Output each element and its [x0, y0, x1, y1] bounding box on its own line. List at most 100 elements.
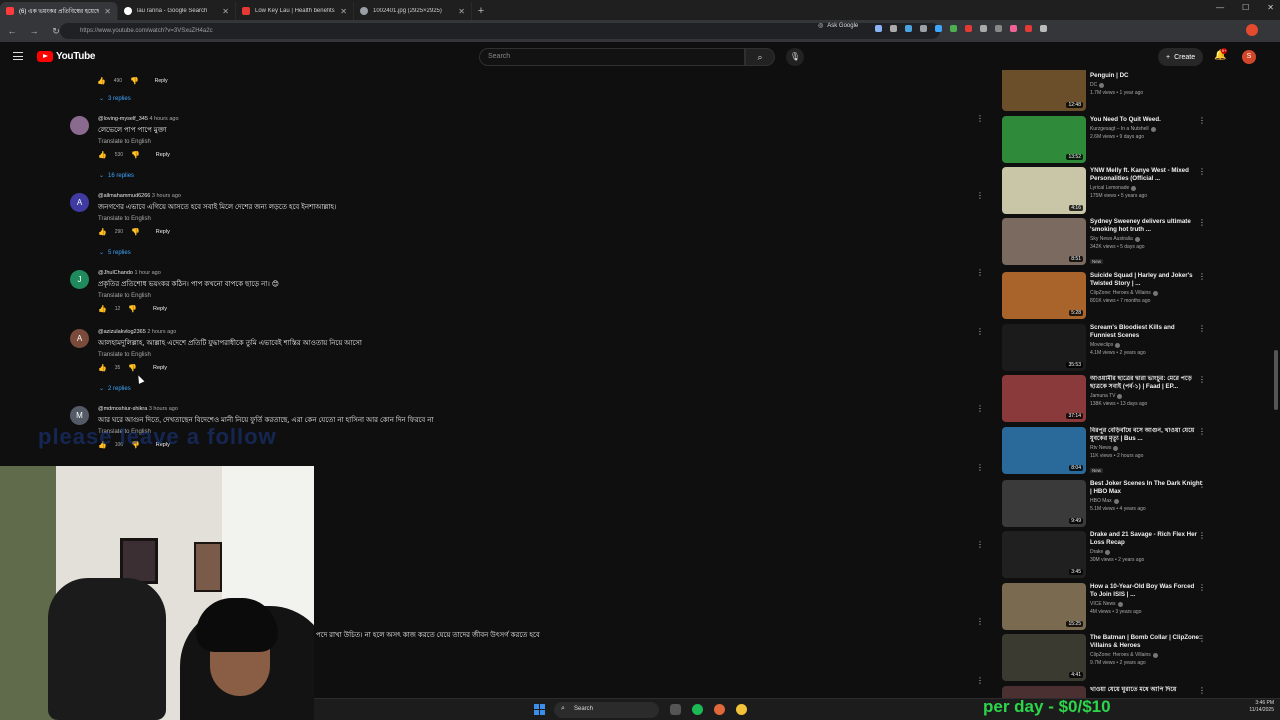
- video-thumbnail[interactable]: 13:52: [1002, 116, 1086, 163]
- taskbar-search[interactable]: ⌕ Search: [554, 702, 659, 718]
- reply-button[interactable]: Reply: [156, 152, 170, 158]
- related-video-item[interactable]: 4:16 YNW Melly ft. Kanye West - Mixed Pe…: [1000, 167, 1215, 215]
- reply-button[interactable]: Reply: [153, 306, 167, 312]
- comment-menu-icon[interactable]: ⋮: [976, 191, 984, 200]
- avatar[interactable]: J: [70, 270, 89, 289]
- thumbs-down-icon[interactable]: 👎: [128, 364, 137, 372]
- comment-menu-icon[interactable]: ⋮: [976, 404, 984, 413]
- channel-name[interactable]: Rtv News: [1090, 445, 1111, 451]
- thumbs-down-icon[interactable]: 👎: [130, 77, 139, 85]
- video-title[interactable]: Suicide Squad | Harley and Joker's Twist…: [1090, 272, 1202, 288]
- video-title[interactable]: How a 10-Year-Old Boy Was Forced To Join…: [1090, 583, 1202, 599]
- video-title[interactable]: The Batman: Scenes with The Penguin | DC: [1090, 70, 1202, 80]
- reply-button[interactable]: Reply: [156, 229, 170, 235]
- video-title[interactable]: YNW Melly ft. Kanye West - Mixed Persona…: [1090, 167, 1202, 183]
- search-input[interactable]: Search: [479, 48, 745, 66]
- account-avatar[interactable]: S: [1242, 50, 1256, 64]
- video-title[interactable]: Drake and 21 Savage - Rich Flex Her Loss…: [1090, 531, 1202, 547]
- comment-menu-icon[interactable]: ⋮: [976, 463, 984, 472]
- extension-icon[interactable]: [920, 25, 927, 32]
- thumbs-up-icon[interactable]: 👍: [98, 305, 107, 313]
- comment-author[interactable]: @loving-myself_345: [98, 116, 148, 122]
- video-thumbnail[interactable]: 9:49: [1002, 480, 1086, 527]
- reply-button[interactable]: Reply: [153, 365, 167, 371]
- maximize-icon[interactable]: ☐: [1242, 3, 1249, 12]
- video-title[interactable]: আওয়ামীর ছাত্রের দ্বারা ভাংচুর: মেরে পড়…: [1090, 375, 1202, 391]
- video-title[interactable]: খাওয়া যেয়ে ঘুরাতে মধে আপি দিয়ে: [1090, 686, 1202, 694]
- video-title[interactable]: Scream's Bloodiest Kills and Funniest Sc…: [1090, 324, 1202, 340]
- related-video-item[interactable]: 3:45 Drake and 21 Savage - Rich Flex Her…: [1000, 531, 1215, 579]
- avatar[interactable]: A: [70, 329, 89, 348]
- extension-icon[interactable]: [980, 25, 987, 32]
- video-menu-icon[interactable]: ⋮: [1198, 375, 1206, 384]
- view-replies-toggle[interactable]: ⌄ 5 replies: [99, 249, 131, 257]
- extension-icon[interactable]: [1040, 25, 1047, 32]
- comment-author[interactable]: @JhulChando: [98, 270, 133, 276]
- comment-author[interactable]: @azizulakvlog2365: [98, 329, 146, 335]
- spotify-icon[interactable]: [692, 704, 703, 715]
- extension-icon[interactable]: [875, 25, 882, 32]
- comment-menu-icon[interactable]: ⋮: [976, 676, 984, 685]
- task-view-icon[interactable]: [670, 704, 681, 715]
- video-thumbnail[interactable]: 35:53: [1002, 324, 1086, 371]
- video-menu-icon[interactable]: ⋮: [1198, 686, 1206, 695]
- channel-name[interactable]: ClipZone: Heroes & Villains: [1090, 652, 1151, 658]
- comment-menu-icon[interactable]: ⋮: [976, 114, 984, 123]
- voice-search-button[interactable]: 🎙: [786, 48, 804, 66]
- translate-link[interactable]: Translate to English: [98, 293, 279, 299]
- thumbs-up-icon[interactable]: 👍: [97, 77, 106, 85]
- video-thumbnail[interactable]: 37:14: [1002, 375, 1086, 422]
- thumbs-down-icon[interactable]: 👎: [131, 151, 140, 159]
- new-tab-button[interactable]: +: [472, 2, 490, 20]
- avatar[interactable]: M: [70, 406, 89, 425]
- close-tab-icon[interactable]: ✕: [458, 7, 465, 16]
- video-thumbnail[interactable]: 3:45: [1002, 531, 1086, 578]
- video-thumbnail[interactable]: 15:25: [1002, 583, 1086, 630]
- thumbs-down-icon[interactable]: 👎: [128, 305, 137, 313]
- comment-menu-icon[interactable]: ⋮: [976, 540, 984, 549]
- related-video-item[interactable]: 35:53 Scream's Bloodiest Kills and Funni…: [1000, 324, 1215, 372]
- view-replies-toggle[interactable]: ⌄ 3 replies: [99, 95, 131, 103]
- forward-arrow-icon[interactable]: →: [28, 26, 40, 36]
- video-menu-icon[interactable]: ⋮: [1198, 167, 1206, 176]
- video-menu-icon[interactable]: ⋮: [1198, 324, 1206, 333]
- video-menu-icon[interactable]: ⋮: [1198, 427, 1206, 436]
- app-icon[interactable]: [714, 704, 725, 715]
- video-menu-icon[interactable]: ⋮: [1198, 272, 1206, 281]
- video-menu-icon[interactable]: ⋮: [1198, 634, 1206, 643]
- related-video-item[interactable]: 13:52 You Need To Quit Weed. Kurzgesagt –…: [1000, 116, 1215, 164]
- channel-name[interactable]: DC: [1090, 82, 1097, 88]
- related-video-item[interactable]: 8:04 বিরপুর বেড়িবাঁধে বসে আগুন, খাওয়া …: [1000, 427, 1215, 475]
- video-thumbnail[interactable]: 4:16: [1002, 167, 1086, 214]
- extension-icon[interactable]: [965, 25, 972, 32]
- ask-google-button[interactable]: ◎ Ask Google: [818, 22, 858, 30]
- channel-name[interactable]: Drake: [1090, 549, 1103, 555]
- video-menu-icon[interactable]: ⋮: [1198, 480, 1206, 489]
- comment-menu-icon[interactable]: ⋮: [976, 617, 984, 626]
- channel-name[interactable]: Movieclips: [1090, 342, 1113, 348]
- view-replies-toggle[interactable]: ⌄ 2 replies: [99, 385, 131, 393]
- avatar[interactable]: A: [70, 193, 89, 212]
- extension-icon[interactable]: [950, 25, 957, 32]
- translate-link[interactable]: Translate to English: [98, 139, 179, 145]
- browser-tab-youtube[interactable]: (6) এক ভয়ংকর প্রতিবিম্বের হয়েছে ✕: [0, 2, 118, 20]
- search-button[interactable]: ⌕: [745, 48, 775, 66]
- page-scrollbar[interactable]: [1274, 350, 1278, 410]
- channel-name[interactable]: HBO Max: [1090, 498, 1112, 504]
- video-menu-icon[interactable]: ⋮: [1198, 116, 1206, 125]
- comment-menu-icon[interactable]: ⋮: [976, 268, 984, 277]
- browser-tab-image[interactable]: 1002401.jpg (2925×2925) ✕: [354, 2, 472, 20]
- thumbs-down-icon[interactable]: 👎: [131, 228, 140, 236]
- browser-tab-low-key-lau[interactable]: Low Key Lau | Health benefits o ✕: [236, 2, 354, 20]
- video-title[interactable]: বিরপুর বেড়িবাঁধে বসে আগুন, খাওয়া যেয়ে…: [1090, 427, 1202, 443]
- create-button[interactable]: + Create: [1158, 48, 1204, 66]
- windows-start-icon[interactable]: [534, 704, 545, 715]
- translate-link[interactable]: Translate to English: [98, 352, 362, 358]
- translate-link[interactable]: Translate to English: [98, 216, 337, 222]
- video-title[interactable]: The Batman | Bomb Collar | ClipZone: Vil…: [1090, 634, 1202, 650]
- chrome-icon[interactable]: [736, 704, 747, 715]
- thumbs-up-icon[interactable]: 👍: [98, 151, 107, 159]
- related-video-item[interactable]: 9:49 Best Joker Scenes In The Dark Knigh…: [1000, 480, 1215, 528]
- view-replies-toggle[interactable]: ⌄ 16 replies: [99, 172, 134, 180]
- video-title[interactable]: You Need To Quit Weed.: [1090, 116, 1202, 124]
